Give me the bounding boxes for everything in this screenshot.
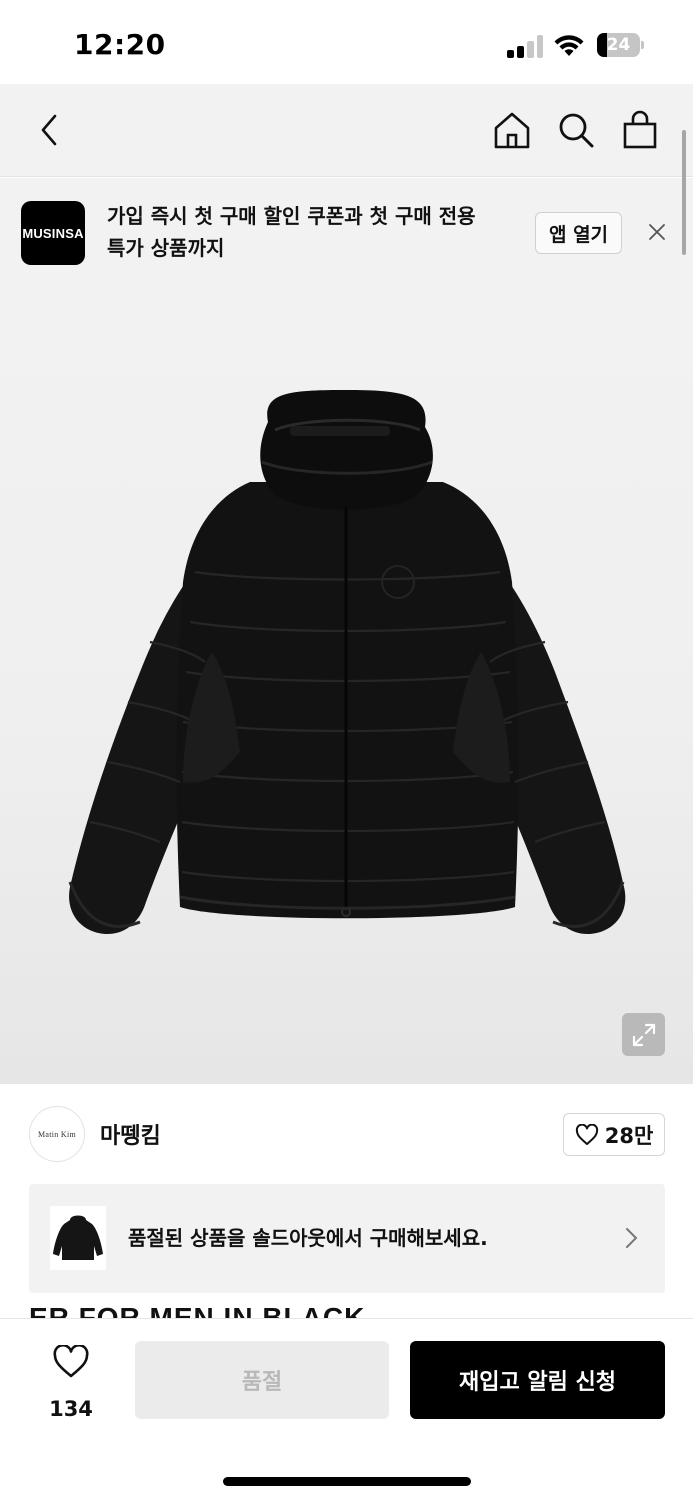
status-time: 12:20 <box>74 28 166 61</box>
brand-row: Matin Kim 마뗑킴 28만 <box>0 1084 693 1184</box>
restock-alert-button[interactable]: 재입고 알림 신청 <box>410 1341 665 1419</box>
wishlist-button[interactable]: 134 <box>40 1343 102 1421</box>
chevron-right-icon <box>619 1224 643 1252</box>
status-bar: 12:20 24 <box>0 0 693 84</box>
close-icon[interactable] <box>643 218 671 246</box>
heart-icon <box>53 1343 89 1378</box>
brand-avatar[interactable]: Matin Kim <box>29 1106 85 1162</box>
soldout-button: 품절 <box>135 1341 389 1419</box>
home-indicator[interactable] <box>223 1477 471 1486</box>
scrollbar[interactable] <box>682 130 686 255</box>
search-icon[interactable] <box>554 108 598 152</box>
brand-like-count: 28만 <box>604 1123 654 1148</box>
promo-text: 가입 즉시 첫 구매 할인 쿠폰과 첫 구매 전용 특가 상품까지 <box>107 200 517 264</box>
heart-icon <box>575 1123 598 1145</box>
back-icon[interactable] <box>28 108 72 152</box>
home-icon[interactable] <box>490 108 534 152</box>
cellular-signal-icon <box>507 34 543 58</box>
brand-like-button[interactable]: 28만 <box>563 1113 665 1156</box>
bag-icon[interactable] <box>618 108 662 152</box>
app-promo-banner: MUSINSA 가입 즉시 첫 구매 할인 쿠폰과 첫 구매 전용 특가 상품까… <box>0 178 693 282</box>
wifi-icon <box>553 32 585 58</box>
soldout-promo-card[interactable]: 품절된 상품을 솔드아웃에서 구매해보세요. <box>29 1184 665 1293</box>
battery-level: 24 <box>606 35 631 55</box>
promo-text-line2: 특가 상품까지 <box>107 236 225 260</box>
top-navigation <box>0 84 693 177</box>
wishlist-count: 134 <box>49 1397 93 1421</box>
product-image[interactable] <box>0 282 693 1084</box>
product-title-text: ER FOR MEN IN BLACK <box>29 1304 669 1318</box>
soldout-promo-text: 품절된 상품을 솔드아웃에서 구매해보세요. <box>128 1226 488 1250</box>
puffer-jacket-image <box>68 390 626 935</box>
brand-name[interactable]: 마뗑킴 <box>100 1118 161 1150</box>
musinsa-logo: MUSINSA <box>21 201 85 265</box>
battery-icon: 24 <box>597 33 645 57</box>
bottom-action-bar: 134 품절 재입고 알림 신청 <box>0 1318 693 1500</box>
expand-icon[interactable] <box>622 1013 665 1056</box>
open-app-button[interactable]: 앱 열기 <box>535 212 622 254</box>
product-title: ER FOR MEN IN BLACK <box>29 1304 669 1318</box>
promo-text-line1: 가입 즉시 첫 구매 할인 쿠폰과 첫 구매 전용 <box>107 204 476 228</box>
product-thumbnail <box>50 1206 106 1270</box>
